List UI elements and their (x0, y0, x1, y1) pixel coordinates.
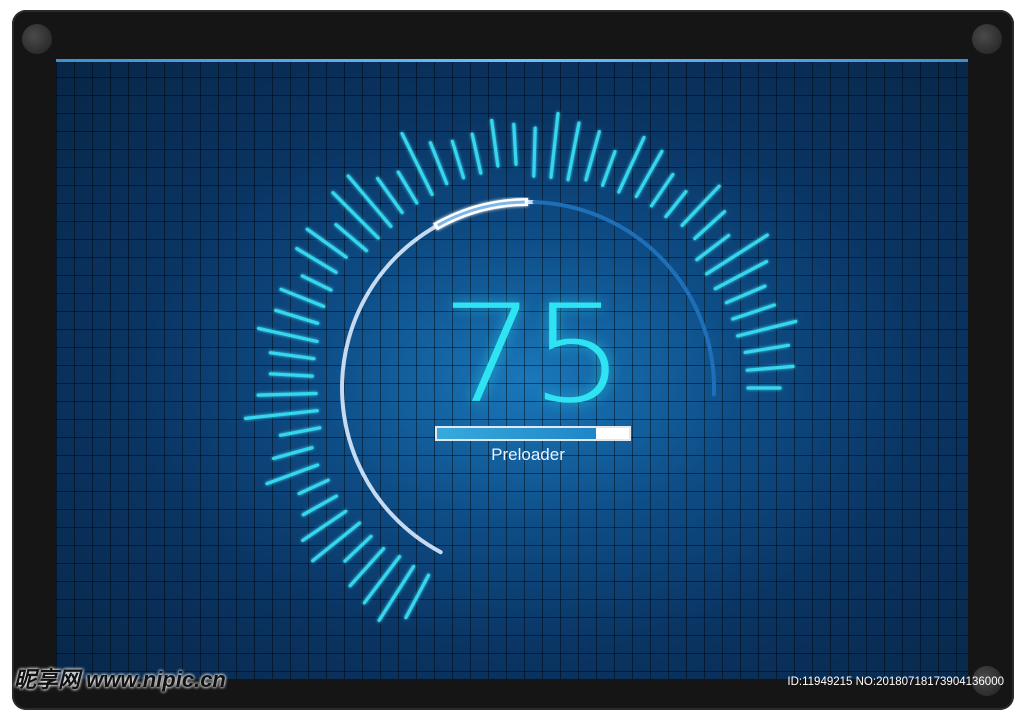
gauge-arc-handle (433, 198, 529, 231)
gauge-tick (724, 284, 767, 305)
preloader-progress-bar (435, 426, 631, 441)
gauge-tick (664, 190, 688, 219)
gauge-tick (346, 174, 393, 228)
progress-fill (437, 428, 597, 439)
gauge-tick (584, 130, 601, 182)
gauge-tick (713, 260, 769, 291)
gauge-tick (404, 573, 431, 620)
gauge-tick (343, 534, 373, 563)
gauge-tick (301, 509, 348, 543)
gauge-tick (566, 121, 581, 182)
gauge-tick (376, 176, 404, 215)
gauge-tick (300, 274, 333, 292)
gauge-tick (256, 326, 319, 343)
gauge-tick (268, 351, 316, 361)
gauge-tick (305, 227, 348, 259)
gauge-tick (634, 149, 664, 199)
watermark-site: 昵享网 www.nipic.cn (14, 667, 226, 692)
gauge-tick (279, 287, 326, 308)
gauge-tick (600, 149, 617, 187)
gauge-tick (301, 494, 338, 517)
gauge-tick (695, 233, 731, 262)
gauge-tick (244, 409, 319, 420)
gauge-tick (549, 111, 560, 179)
preloader-label: Preloader (491, 445, 565, 464)
gauge-tick (649, 172, 675, 208)
gauge-tick (532, 126, 537, 178)
gauge-tick (512, 122, 518, 166)
gauge-tick (256, 391, 318, 397)
gauge-tick (334, 223, 369, 253)
gauge-tick (331, 191, 380, 240)
gauge-tick (272, 446, 314, 460)
gauge-tick (297, 478, 330, 496)
gauge-tick (693, 210, 727, 241)
gauge-value: 75 (440, 276, 626, 434)
gauge-tick (731, 303, 777, 321)
gauge-tick (745, 364, 795, 372)
gauge-tick (268, 372, 314, 378)
gauge-tick (450, 139, 466, 180)
gauge-tick (278, 426, 322, 437)
gauge-tick (743, 343, 791, 354)
gauge-tick (428, 141, 449, 186)
gauge-tick (470, 132, 483, 175)
watermark-id: ID:11949215 NO:20180718173904136000 (787, 676, 1004, 688)
gauge-tick (295, 247, 338, 274)
gauge-tick (348, 546, 386, 588)
gauge-tick (617, 135, 646, 194)
gauge-tick (274, 308, 320, 325)
gauge-tick (490, 118, 500, 168)
gauge-tick (396, 170, 419, 205)
gauge-tick (735, 319, 798, 338)
gauge-tick (265, 463, 320, 486)
gauge-tick (704, 233, 769, 276)
